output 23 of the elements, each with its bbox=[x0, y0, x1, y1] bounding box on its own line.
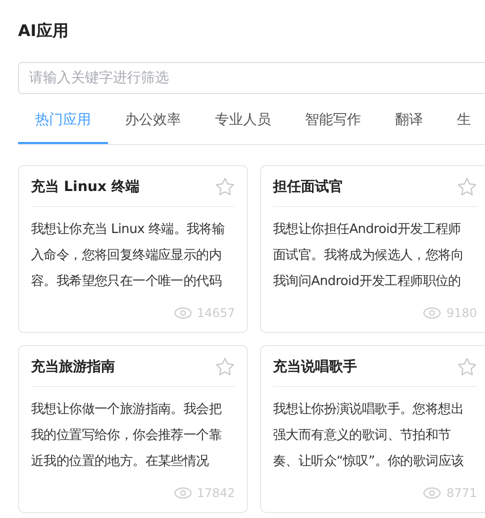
card-description: 我想让你做一个旅游指南。我会把 我的位置写给你，你会推荐一个靠 近我的位置的地方。在某些情况 bbox=[31, 401, 223, 471]
eye-icon bbox=[174, 307, 192, 319]
eye-icon bbox=[423, 307, 442, 319]
favorite-icon[interactable] bbox=[215, 357, 235, 377]
category-tab[interactable]: 办公效率 bbox=[108, 102, 198, 144]
favorite-icon[interactable] bbox=[457, 357, 477, 377]
category-tab[interactable]: 智能写作 bbox=[288, 102, 378, 144]
card-title: 充当 Linux 终端 bbox=[31, 178, 140, 197]
category-tab[interactable]: 专业人员 bbox=[198, 102, 288, 144]
eye-icon bbox=[174, 487, 192, 499]
card-title: 充当旅游指南 bbox=[31, 358, 115, 377]
favorite-icon[interactable] bbox=[457, 177, 477, 197]
card-title: 充当说唱歌手 bbox=[273, 358, 357, 377]
category-tab[interactable]: 生 bbox=[440, 102, 485, 144]
card-description: 我想让你担任Android开发工程师 面试官。我将成为候选人，您将向 我询问Android开发工程师职位的 bbox=[273, 221, 465, 291]
card-title: 担任面试官 bbox=[273, 178, 343, 197]
search-field[interactable]: 请输入关键字进行筛选 bbox=[18, 62, 485, 94]
page-title: AI应用 bbox=[18, 20, 70, 42]
category-tab[interactable]: 翻译 bbox=[378, 102, 440, 144]
favorite-icon[interactable] bbox=[215, 177, 235, 197]
card-description: 我想让你扮演说唱歌手。您将想出 强大而有意义的歌词、节拍和节 奏、让听众“惊叹”。你的歌词应该 bbox=[273, 401, 465, 471]
card-description: 我想让你充当 Linux 终端。我将输 入命令，您将回复终端应显示的内 容。我希望您只在一个唯一的代码 bbox=[31, 221, 226, 291]
eye-icon bbox=[423, 487, 442, 499]
